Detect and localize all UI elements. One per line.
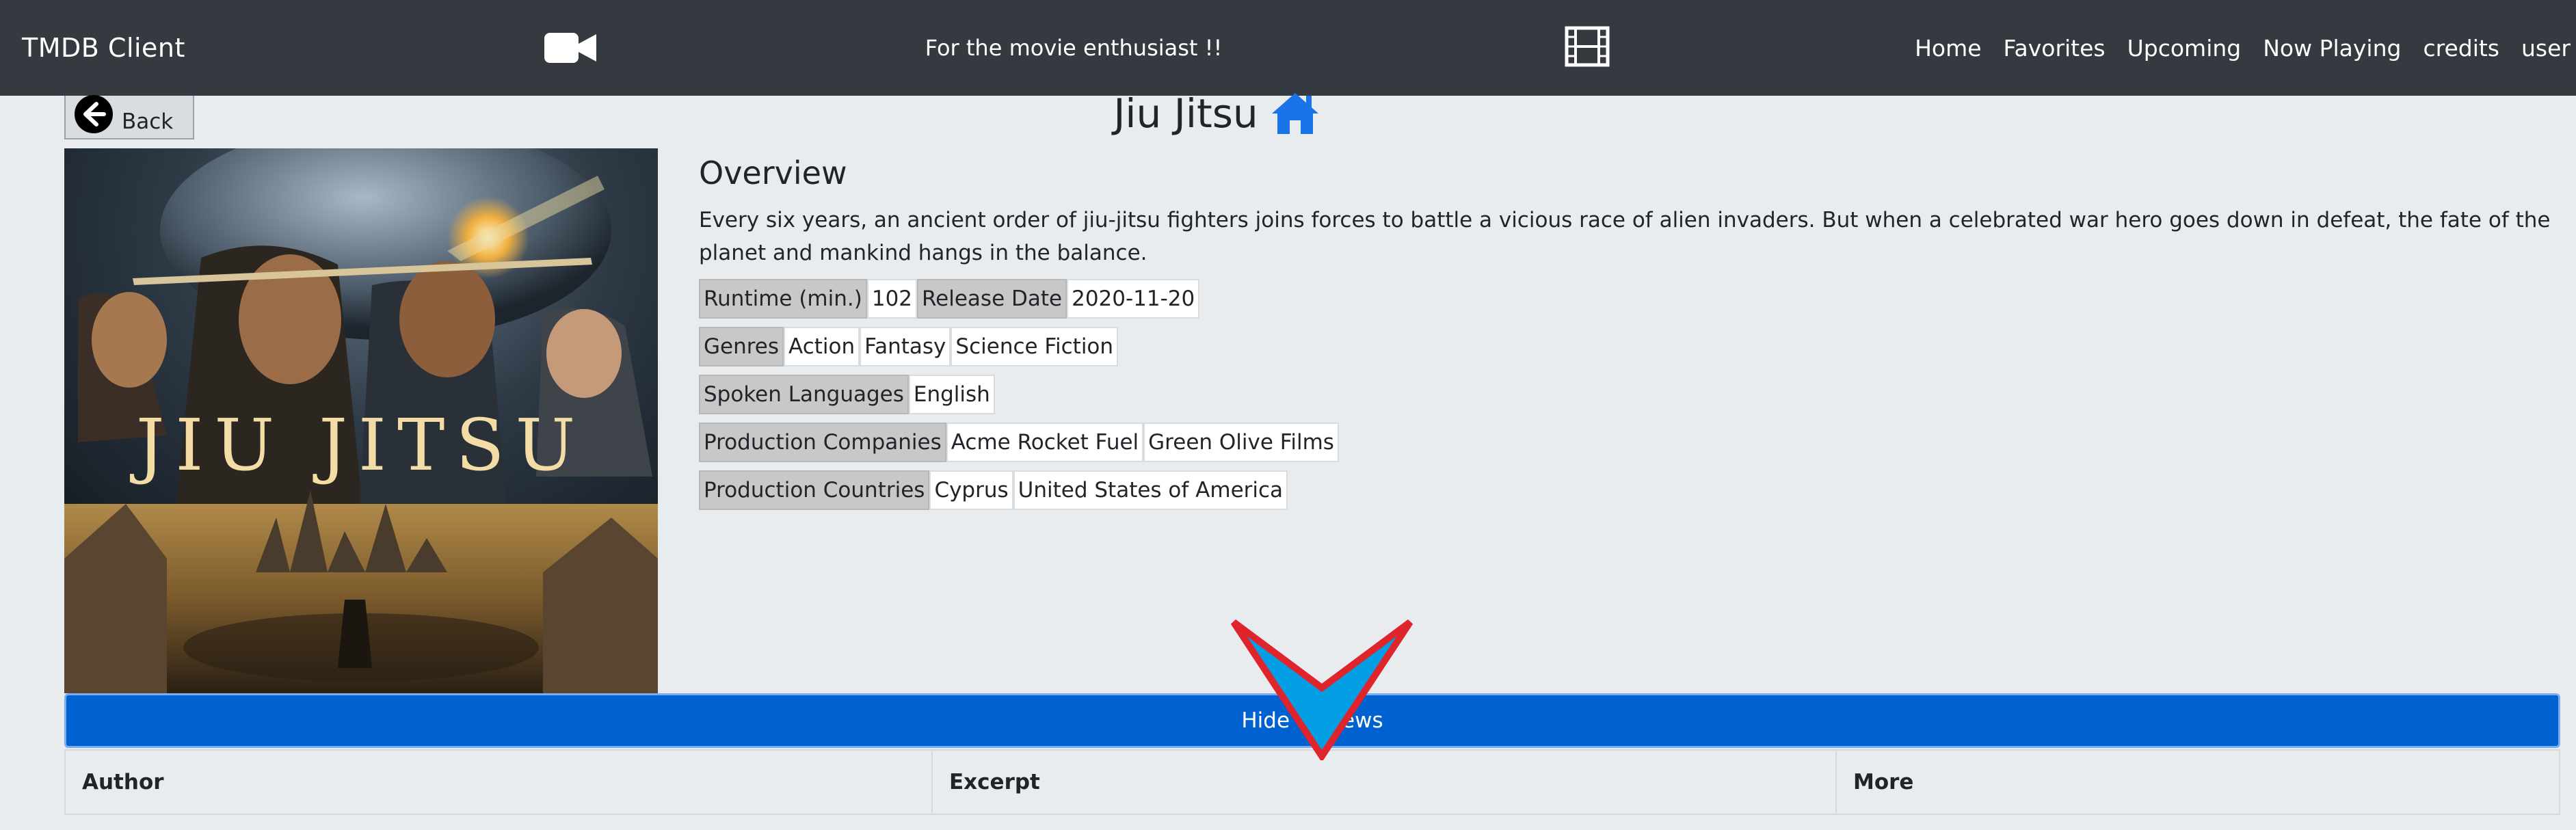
genre-chip: Fantasy bbox=[860, 327, 951, 366]
arrow-left-circle-icon bbox=[75, 95, 113, 133]
poster-title: JIU JITSU bbox=[130, 403, 587, 487]
genres-label: Genres bbox=[699, 327, 784, 366]
countries-row: Production Countries Cyprus United State… bbox=[699, 470, 1288, 510]
languages-row: Spoken Languages English bbox=[699, 375, 995, 414]
poster-artwork: JIU JITSU bbox=[64, 148, 658, 693]
company-chip: Green Olive Films bbox=[1143, 423, 1339, 462]
nav-link-now-playing[interactable]: Now Playing bbox=[2263, 35, 2401, 62]
hide-reviews-button[interactable]: Hide Reviews bbox=[64, 693, 2560, 748]
overview-heading: Overview bbox=[699, 155, 847, 191]
movie-poster: JIU JITSU bbox=[64, 148, 658, 693]
movie-title: Jiu Jitsu bbox=[1113, 90, 1258, 137]
genre-chip: Action bbox=[784, 327, 860, 366]
brand-name[interactable]: TMDB Client bbox=[22, 0, 185, 96]
column-header-author[interactable]: Author bbox=[66, 751, 933, 814]
nav-links: Home Favorites Upcoming Now Playing cred… bbox=[1915, 0, 2571, 96]
release-date-value: 2020-11-20 bbox=[1067, 279, 1200, 319]
companies-row: Production Companies Acme Rocket Fuel Gr… bbox=[699, 423, 1339, 462]
country-chip: Cyprus bbox=[929, 470, 1013, 510]
company-chip: Acme Rocket Fuel bbox=[946, 423, 1144, 462]
nav-link-home[interactable]: Home bbox=[1915, 35, 1981, 62]
release-date-label: Release Date bbox=[917, 279, 1067, 319]
column-header-excerpt[interactable]: Excerpt bbox=[933, 751, 1837, 814]
back-button-label: Back bbox=[122, 109, 174, 134]
genre-chip: Science Fiction bbox=[951, 327, 1119, 366]
country-chip: United States of America bbox=[1013, 470, 1288, 510]
nav-link-favorites[interactable]: Favorites bbox=[2004, 35, 2106, 62]
language-chip: English bbox=[908, 375, 995, 414]
production-countries-label: Production Countries bbox=[699, 470, 930, 510]
column-header-more[interactable]: More bbox=[1837, 751, 2559, 814]
runtime-value: 102 bbox=[866, 279, 918, 319]
top-navbar: TMDB Client For the movie enthusiast !! … bbox=[0, 0, 2576, 96]
reviews-table-header: Author Excerpt More bbox=[64, 749, 2560, 815]
movie-title-block: Jiu Jitsu bbox=[1067, 88, 1368, 139]
genres-row: Genres Action Fantasy Science Fiction bbox=[699, 327, 1119, 366]
overview-text: Every six years, an ancient order of jiu… bbox=[699, 208, 2551, 265]
runtime-release-row: Runtime (min.) 102 Release Date 2020-11-… bbox=[699, 279, 1200, 319]
spoken-languages-label: Spoken Languages bbox=[699, 375, 909, 414]
nav-link-credits[interactable]: credits bbox=[2423, 35, 2499, 62]
home-icon[interactable] bbox=[1269, 90, 1321, 137]
film-strip-icon bbox=[1565, 26, 1610, 67]
nav-link-upcoming[interactable]: Upcoming bbox=[2127, 35, 2242, 62]
nav-link-user[interactable]: user bbox=[2521, 35, 2571, 62]
production-companies-label: Production Companies bbox=[699, 423, 946, 462]
video-camera-icon bbox=[544, 33, 596, 63]
tagline: For the movie enthusiast !! bbox=[925, 35, 1223, 61]
back-button[interactable]: Back bbox=[64, 95, 194, 139]
runtime-label: Runtime (min.) bbox=[699, 279, 867, 319]
